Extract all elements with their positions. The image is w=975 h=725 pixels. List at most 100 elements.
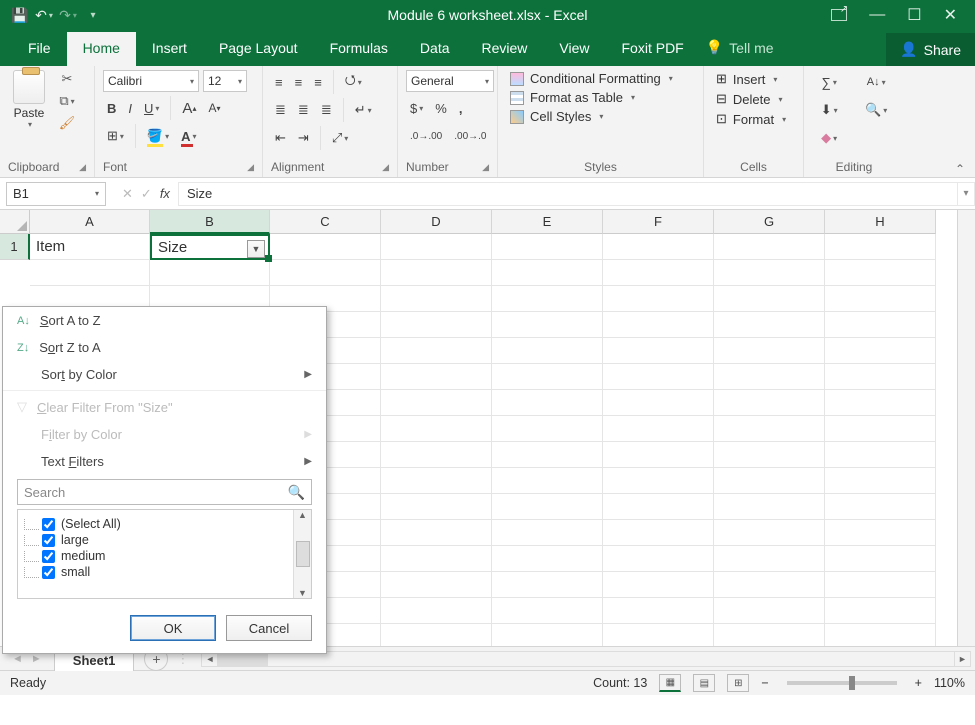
col-header-c[interactable]: C [270,210,381,234]
col-header-g[interactable]: G [714,210,825,234]
align-left-icon[interactable]: ≣ [271,98,290,122]
formula-input[interactable]: Size [178,182,957,206]
paste-button[interactable]: Paste ▾ [8,70,50,129]
bold-button[interactable]: B [103,96,120,120]
col-header-a[interactable]: A [30,210,150,234]
undo-icon[interactable]: ↶▾ [34,5,54,25]
decrease-indent-icon[interactable]: ⇤ [271,126,290,150]
increase-indent-icon[interactable]: ⇥ [294,126,313,150]
wrap-text-icon[interactable]: ↵▾ [351,98,376,122]
minimize-icon[interactable]: — [869,6,885,24]
number-format-select[interactable]: General▾ [406,70,494,92]
font-name-select[interactable]: Calibri▾ [103,70,199,92]
accounting-format-icon[interactable]: $▾ [406,96,427,120]
row-header-1[interactable]: 1 [0,234,30,260]
name-box[interactable]: B1▾ [6,182,106,206]
select-all-corner[interactable] [0,210,30,234]
sort-by-color[interactable]: Sort by Color▶ [3,361,326,388]
zoom-out-button[interactable]: − [761,676,768,690]
vertical-scrollbar[interactable] [957,210,975,646]
cancel-button[interactable]: Cancel [226,615,312,641]
sheet-nav[interactable]: ◄► [0,653,54,665]
sort-a-to-z[interactable]: A↓Sort A to Z [3,307,326,334]
format-painter-icon[interactable]: 🖌 [58,114,76,132]
cell-g1[interactable] [714,234,825,260]
cell-h1[interactable] [825,234,936,260]
tab-insert[interactable]: Insert [136,32,203,66]
cancel-formula-icon[interactable]: ✕ [122,186,133,202]
close-icon[interactable]: ✕ [944,5,957,25]
merge-center-icon[interactable]: ⤢▾ [328,126,352,150]
cell-d1[interactable] [381,234,492,260]
tab-pagelayout[interactable]: Page Layout [203,32,314,66]
zoom-in-button[interactable]: + [915,676,922,690]
tab-formulas[interactable]: Formulas [314,32,404,66]
cell-styles-button[interactable]: Cell Styles▾ [506,108,695,125]
find-select-icon[interactable]: 🔍▾ [856,98,896,122]
zoom-slider[interactable] [787,681,897,685]
redo-icon[interactable]: ↷▾ [58,5,78,25]
ok-button[interactable]: OK [130,615,216,641]
align-middle-icon[interactable]: ≡ [291,70,307,94]
col-header-f[interactable]: F [603,210,714,234]
cell-f1[interactable] [603,234,714,260]
tellme-search[interactable]: 💡Tell me [706,39,774,66]
filter-check-small[interactable]: small [24,564,287,580]
borders-icon[interactable]: ⊞▾ [103,124,128,148]
col-header-e[interactable]: E [492,210,603,234]
maximize-icon[interactable]: ☐ [907,5,921,25]
sheet-nav-next-icon[interactable]: ► [31,653,42,665]
fill-icon[interactable]: ⬇▾ [812,98,846,122]
format-cells-button[interactable]: ⊡Format▾ [712,110,795,128]
filter-dropdown-icon[interactable]: ▼ [247,240,265,258]
number-launcher-icon[interactable]: ◢ [476,162,489,173]
align-bottom-icon[interactable]: ≡ [310,70,326,94]
tab-data[interactable]: Data [404,32,466,66]
filter-list-scrollbar[interactable]: ▲▼ [293,510,311,598]
clear-icon[interactable]: ◆▾ [812,126,846,150]
filter-check-medium[interactable]: medium [24,548,287,564]
collapse-ribbon-icon[interactable]: ⌃ [955,162,965,176]
italic-button[interactable]: I [124,96,136,120]
format-as-table-button[interactable]: Format as Table▾ [506,89,695,106]
ribbon-display-icon[interactable]: ↗ [831,9,847,21]
tab-home[interactable]: Home [67,32,136,66]
increase-font-icon[interactable]: A▴ [178,96,200,120]
qat-customize-icon[interactable]: ▾ [82,5,102,25]
view-page-layout-icon[interactable]: ▤ [693,674,715,692]
sort-z-to-a[interactable]: Z↓Sort Z to A [3,334,326,361]
copy-icon[interactable]: ⧉▾ [58,92,76,110]
delete-cells-button[interactable]: ⊟Delete▾ [712,90,795,108]
orientation-icon[interactable]: ⭯▾ [341,70,366,94]
fill-color-icon[interactable]: 🪣▾ [143,124,173,148]
align-top-icon[interactable]: ≡ [271,70,287,94]
zoom-level[interactable]: 110% [934,676,965,690]
view-page-break-icon[interactable]: ⊞ [727,674,749,692]
insert-function-icon[interactable]: fx [160,186,170,202]
selection-handle[interactable] [265,255,272,262]
cell-c1[interactable] [270,234,381,260]
align-center-icon[interactable]: ≣ [294,98,313,122]
cut-icon[interactable]: ✂ [58,70,76,88]
enter-formula-icon[interactable]: ✓ [141,186,152,202]
align-right-icon[interactable]: ≣ [317,98,336,122]
share-button[interactable]: 👤Share [886,33,975,66]
save-icon[interactable]: 💾 [10,5,30,25]
cell-b1[interactable]: Size ▼ [150,234,270,260]
comma-format-icon[interactable]: , [455,96,467,120]
view-normal-icon[interactable]: ▦ [659,674,681,692]
tab-review[interactable]: Review [466,32,544,66]
tab-file[interactable]: File [12,32,67,66]
underline-button[interactable]: U▾ [140,96,163,120]
alignment-launcher-icon[interactable]: ◢ [376,162,389,173]
autosum-icon[interactable]: ∑▾ [812,70,846,94]
decrease-decimal-icon[interactable]: .00→.0 [450,124,490,148]
col-header-h[interactable]: H [825,210,936,234]
col-header-d[interactable]: D [381,210,492,234]
decrease-font-icon[interactable]: A▾ [204,96,224,120]
text-filters[interactable]: Text Filters▶ [3,448,326,475]
increase-decimal-icon[interactable]: .0→.00 [406,124,446,148]
tab-view[interactable]: View [543,32,605,66]
col-header-b[interactable]: B [150,210,270,234]
cell-a1[interactable]: Item [30,234,150,260]
